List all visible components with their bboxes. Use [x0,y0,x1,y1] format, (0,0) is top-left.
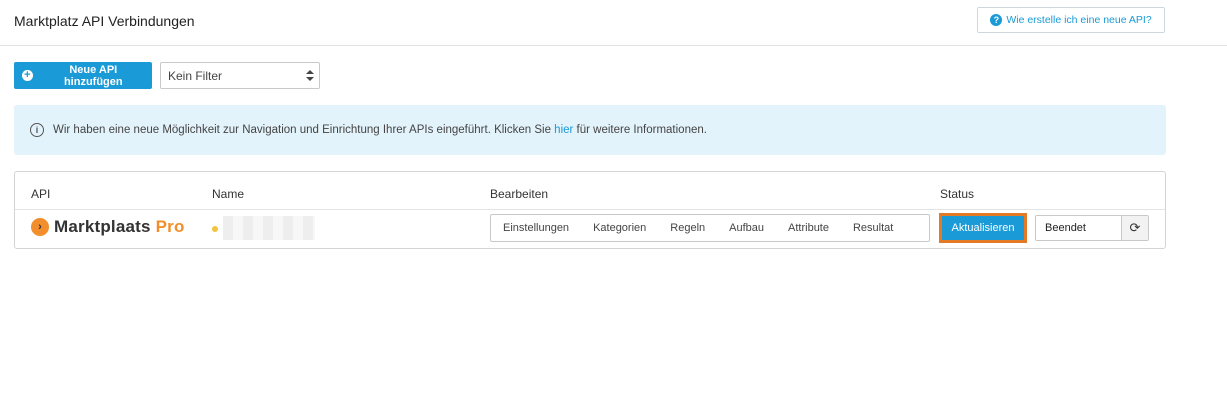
column-edit: Bearbeiten [490,187,549,201]
add-api-button[interactable]: + Neue API hinzufügen [14,62,152,89]
marktplaats-logo-icon: › [31,218,49,236]
status-dot [212,226,218,232]
table-header: API Name Bearbeiten Status [15,172,1165,210]
column-api: API [31,187,51,201]
status-control: Beendet ⟳ [1035,215,1149,241]
column-name: Name [212,187,245,201]
edit-result-link[interactable]: Resultat [841,222,905,234]
edit-rules-link[interactable]: Regeln [658,222,717,234]
status-value: Beendet [1045,222,1086,234]
info-text-after: für weitere Informationen. [573,124,707,136]
logo-pro-text: Pro [155,217,185,236]
question-circle-icon: ? [990,14,1003,26]
page-title: Marktplatz API Verbindungen [14,13,195,29]
api-table: API Name Bearbeiten Status › Marktplaats… [14,171,1166,249]
api-logo: › Marktplaats Pro [31,217,185,237]
plus-circle-icon: + [22,70,33,81]
edit-attributes-link[interactable]: Attribute [776,222,841,234]
info-banner: i Wir haben eine neue Möglichkeit zur Na… [14,105,1166,155]
filter-value: Kein Filter [168,68,223,83]
edit-actions: Einstellungen Kategorien Regeln Aufbau A… [490,214,930,242]
logo-main-text: Marktplaats [54,217,151,236]
help-link[interactable]: ? Wie erstelle ich eine neue API? [977,7,1165,33]
page-header: Marktplatz API Verbindungen ? Wie erstel… [0,0,1227,46]
help-link-label: Wie erstelle ich eine neue API? [1006,14,1152,26]
api-name-redacted [223,216,315,240]
update-button[interactable]: Aktualisieren [939,213,1027,243]
refresh-icon[interactable]: ⟳ [1121,216,1148,240]
select-caret-icon [306,70,314,82]
edit-categories-link[interactable]: Kategorien [581,222,658,234]
info-text-before: Wir haben eine neue Möglichkeit zur Navi… [53,124,555,136]
column-status: Status [940,187,975,201]
add-api-label: Neue API hinzufügen [63,63,123,88]
info-circle-icon: i [30,123,44,137]
info-link-here[interactable]: hier [554,124,573,136]
info-text: Wir haben eine neue Möglichkeit zur Navi… [53,124,707,136]
edit-settings-link[interactable]: Einstellungen [491,222,581,234]
edit-structure-link[interactable]: Aufbau [717,222,776,234]
filter-select[interactable]: Kein Filter [160,62,320,89]
